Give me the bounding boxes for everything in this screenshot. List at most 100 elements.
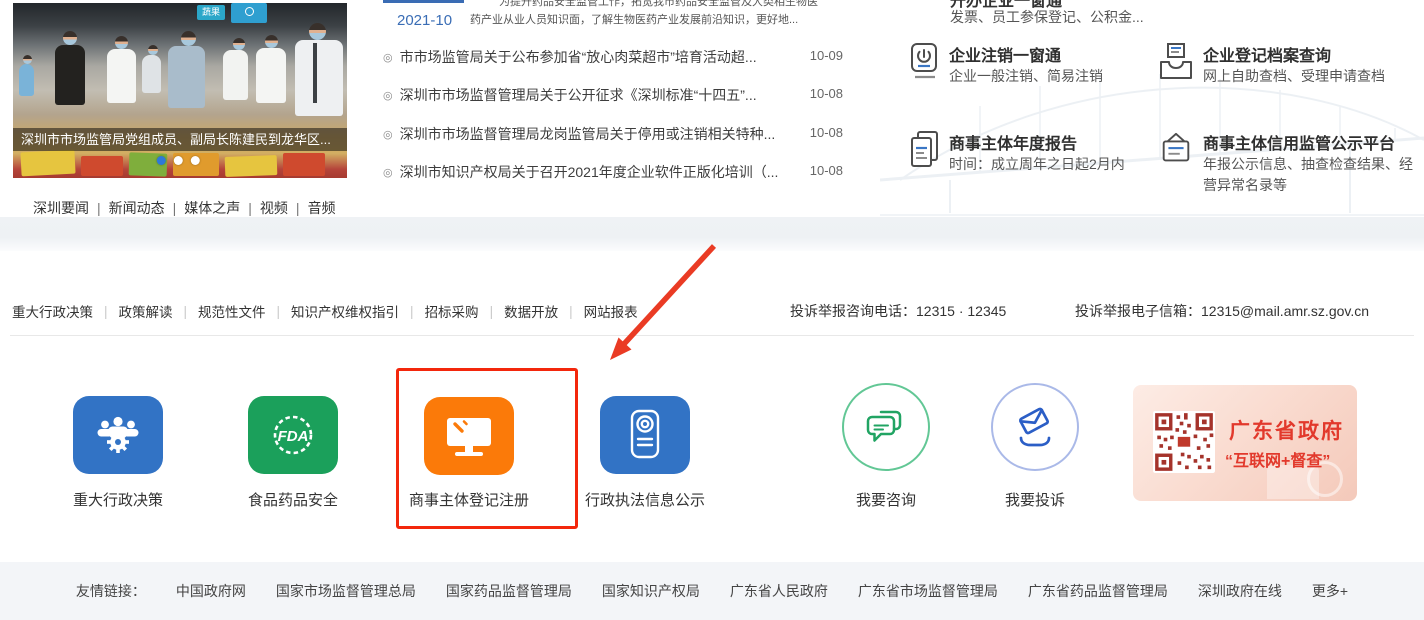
service-clipped-desc: 发票、员工参保登记、公积金... — [950, 7, 1144, 27]
tile-label-food-drug-safety[interactable]: 食品药品安全 — [208, 489, 378, 510]
monitor-edit-icon — [441, 411, 497, 461]
news-row[interactable]: ◎ 深圳市市场监督管理局龙岗监管局关于停用或注销相关特种... 10-08 — [383, 124, 861, 144]
chat-bubbles-icon — [863, 406, 909, 448]
tile-label-major-decisions[interactable]: 重大行政决策 — [33, 489, 203, 510]
footer-link-gd-gov[interactable]: 广东省人民政府 — [730, 581, 828, 601]
tile-food-drug-safety[interactable]: FDA — [248, 396, 338, 474]
news-date: 10-08 — [810, 86, 843, 101]
news-date: 10-08 — [810, 163, 843, 178]
photo-blue-sign — [231, 3, 267, 23]
footer-links-bar: 友情链接： 中国政府网 国家市场监督管理总局 国家药品监督管理局 国家知识产权局… — [0, 562, 1424, 620]
horizontal-divider — [10, 335, 1414, 336]
news-summary: 药产业从业人员知识面，了解生物医药产业发展前沿知识，更好地... — [470, 11, 798, 27]
photo-produce-box — [20, 150, 75, 177]
news-title[interactable]: 深圳市市场监督管理局龙岗监管局关于停用或注销相关特种... — [400, 126, 776, 142]
service-desc: 网上自助查档、受理申请查档 — [1203, 66, 1385, 87]
complaint-email: 投诉举报电子信箱：12315@mail.amr.sz.gov.cn — [1075, 301, 1369, 321]
link-major-decisions[interactable]: 重大行政决策 — [12, 301, 93, 321]
news-title[interactable]: 市市场监管局关于公布参加省“放心肉菜超市”培育活动超... — [400, 49, 757, 65]
top-section: 蔬果 深圳市市场监管局党组成员、副局长陈建民到龙华区... 深圳要闻| 新闻动态… — [0, 0, 1424, 252]
active-tab-indicator — [383, 0, 464, 3]
service-shortcuts: 开办企业一窗通 发票、员工参保登记、公积金... 企业注销一窗通 企业一般注销、… — [905, 0, 1424, 215]
news-date: 10-09 — [810, 48, 843, 63]
tab-news-updates[interactable]: 新闻动态 — [109, 198, 165, 218]
bullet-icon: ◎ — [383, 52, 393, 64]
complaint-phone: 投诉举报咨询电话：12315 · 12345 — [790, 301, 1006, 321]
friend-links-label: 友情链接： — [76, 581, 146, 601]
link-policy-interpretation[interactable]: 政策解读 — [119, 301, 173, 321]
quick-links-bar: 重大行政决策| 政策解读| 规范性文件| 知识产权维权指引| 招标采购| 数据开… — [12, 301, 638, 321]
footer-link-sz-gov-online[interactable]: 深圳政府在线 — [1198, 581, 1282, 601]
report-pages-icon — [907, 130, 943, 170]
banner-title: 广东省政府 — [1229, 415, 1344, 445]
tab-video[interactable]: 视频 — [260, 198, 288, 218]
complaint-button[interactable] — [991, 383, 1079, 471]
link-bidding[interactable]: 招标采购 — [425, 301, 479, 321]
banner-subtitle: “互联网+督查” — [1225, 447, 1330, 471]
phone-value: 12315 · 12345 — [916, 303, 1006, 319]
tile-enforcement-disclosure[interactable] — [600, 396, 690, 474]
service-title[interactable]: 商事主体年度报告 — [949, 130, 1077, 154]
news-title[interactable]: 深圳市知识产权局关于召开2021年度企业软件正版化培训（... — [400, 164, 779, 180]
bullet-icon: ◎ — [383, 129, 393, 141]
service-title[interactable]: 商事主体信用监管公示平台 — [1203, 130, 1395, 154]
label-consult[interactable]: 我要咨询 — [801, 489, 971, 510]
power-doc-icon — [907, 42, 943, 82]
news-row[interactable]: ◎ 市市场监管局关于公布参加省“放心肉菜超市”培育活动超... 10-09 — [383, 47, 861, 67]
link-site-report[interactable]: 网站报表 — [584, 301, 638, 321]
bullet-icon: ◎ — [383, 90, 393, 102]
service-desc: 年报公示信息、抽查检查结果、经营异常名录等 — [1203, 154, 1421, 196]
footer-link-gd-mpa[interactable]: 广东省药品监督管理局 — [1028, 581, 1168, 601]
news-tab-bar: 深圳要闻| 新闻动态| 媒体之声| 视频| 音频 — [33, 198, 336, 218]
footer-link-gov-cn[interactable]: 中国政府网 — [176, 581, 246, 601]
carousel-dot[interactable] — [174, 156, 183, 165]
photo-produce-box — [283, 153, 325, 176]
photo-produce-sign: 蔬果 — [197, 5, 225, 20]
footer-link-nmpa[interactable]: 国家药品监督管理局 — [446, 581, 572, 601]
label-complaint[interactable]: 我要投诉 — [950, 489, 1120, 510]
carousel-dots — [157, 156, 200, 165]
email-value[interactable]: 12315@mail.amr.sz.gov.cn — [1201, 303, 1369, 319]
link-open-data[interactable]: 数据开放 — [504, 301, 558, 321]
tile-label-enforcement-disclosure[interactable]: 行政执法信息公示 — [560, 489, 730, 510]
service-title[interactable]: 企业注销一窗通 — [949, 42, 1061, 66]
link-ip-rights-guide[interactable]: 知识产权维权指引 — [291, 301, 399, 321]
carousel-photo[interactable]: 蔬果 深圳市市场监管局党组成员、副局长陈建民到龙华区... — [13, 3, 347, 178]
fda-wreath-icon: FDA — [269, 411, 317, 459]
news-row[interactable]: ◎ 深圳市市场监督管理局关于公开征求《深圳标准“十四五”... 10-08 — [383, 85, 861, 105]
carousel-dot-active[interactable] — [157, 156, 166, 165]
gd-gov-supervision-banner[interactable]: 广东省政府 “互联网+督查” — [1133, 385, 1357, 501]
news-month-label: 2021-10 — [397, 12, 452, 29]
news-row[interactable]: ◎深圳市知识产权局关于召开2021年度企业软件正版化培训（... 10-08 — [383, 162, 861, 182]
tile-label-business-registration[interactable]: 商事主体登记注册 — [384, 489, 554, 510]
carousel-dot[interactable] — [191, 156, 200, 165]
phone-label: 投诉举报咨询电话： — [790, 303, 916, 319]
tile-business-registration[interactable] — [424, 397, 514, 475]
svg-text:FDA: FDA — [278, 428, 309, 445]
qr-code — [1153, 411, 1215, 473]
tab-media-voice[interactable]: 媒体之声 — [184, 198, 240, 218]
consult-button[interactable] — [842, 383, 930, 471]
news-date: 10-08 — [810, 125, 843, 140]
footer-link-more[interactable]: 更多+ — [1312, 581, 1348, 601]
envelope-slot-icon — [1012, 404, 1058, 450]
link-normative-documents[interactable]: 规范性文件 — [198, 301, 266, 321]
footer-link-cnipa[interactable]: 国家知识产权局 — [602, 581, 700, 601]
body-camera-icon — [623, 408, 667, 462]
service-desc: 时间：成立周年之日起2月内 — [949, 154, 1125, 175]
service-title[interactable]: 企业登记档案查询 — [1203, 42, 1331, 66]
photo-produce-box — [225, 155, 278, 177]
news-title[interactable]: 深圳市市场监督管理局关于公开征求《深圳标准“十四五”... — [400, 87, 757, 103]
tab-shenzhen-news[interactable]: 深圳要闻 — [33, 198, 89, 218]
email-label: 投诉举报电子信箱： — [1075, 303, 1201, 319]
news-list: 2021-10 为提升药品安全监管工作，拓宽我市药品安全监管及大类相生物医 药产… — [383, 0, 861, 195]
news-summary-clipped: 为提升药品安全监管工作，拓宽我市药品安全监管及大类相生物医 — [499, 0, 818, 9]
carousel-caption: 深圳市市场监管局党组成员、副局长陈建民到龙华区... — [13, 128, 347, 151]
footer-link-gd-samr[interactable]: 广东省市场监督管理局 — [858, 581, 998, 601]
notice-board-icon — [1158, 130, 1194, 170]
tile-major-decisions[interactable] — [73, 396, 163, 474]
tab-audio[interactable]: 音频 — [308, 198, 336, 218]
service-desc: 企业一般注销、简易注销 — [949, 66, 1103, 87]
footer-link-samr[interactable]: 国家市场监督管理总局 — [276, 581, 416, 601]
archive-tray-icon — [1158, 42, 1194, 82]
